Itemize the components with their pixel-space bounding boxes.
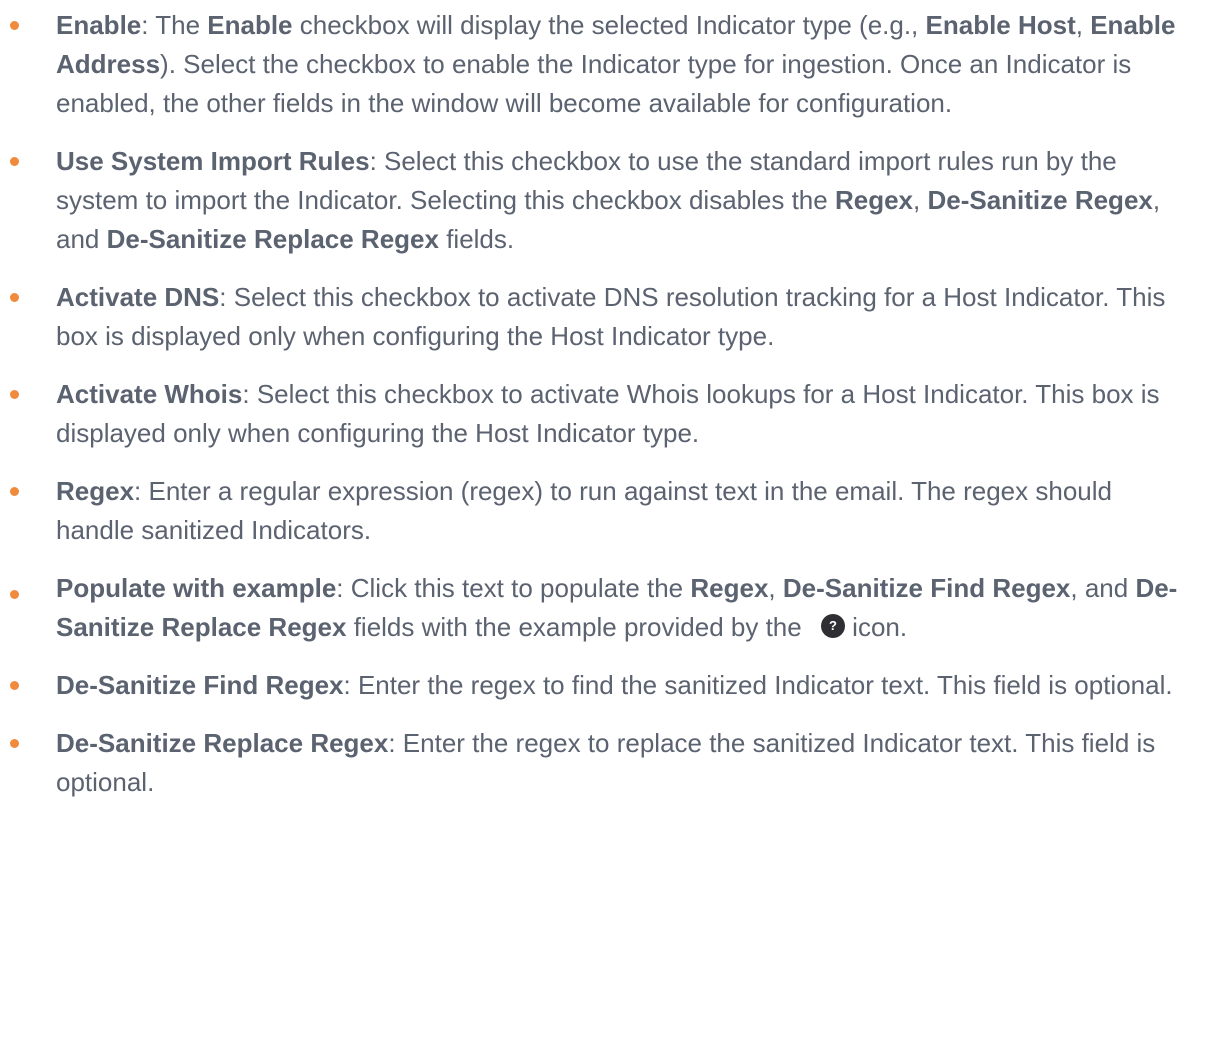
bullet-dot-icon [10, 487, 19, 496]
list-item-de-sanitize-replace-regex: De-Sanitize Replace Regex: Enter the reg… [0, 724, 1210, 802]
document-body: Enable: The Enable checkbox will display… [0, 0, 1210, 802]
list-item-enable: Enable: The Enable checkbox will display… [0, 6, 1210, 123]
bullet-dot-icon [10, 739, 19, 748]
bold-term: Regex [690, 573, 769, 603]
description-text: , [768, 573, 783, 603]
description-text: , and [1070, 573, 1136, 603]
description-text: : Enter the regex to find the sanitized … [343, 670, 1173, 700]
bold-term: De-Sanitize Replace Regex [106, 224, 439, 254]
term-de-sanitize-find-regex: De-Sanitize Find Regex [56, 670, 344, 700]
term-de-sanitize-replace-regex: De-Sanitize Replace Regex [56, 728, 389, 758]
list-item-activate-dns: Activate DNS: Select this checkbox to ac… [0, 278, 1210, 356]
list-item-use-system-import-rules: Use System Import Rules: Select this che… [0, 142, 1210, 259]
list-item-activate-whois: Activate Whois: Select this checkbox to … [0, 375, 1210, 453]
description-text: : Enter a regular expression (regex) to … [56, 476, 1112, 545]
list-item-populate-with-example: Populate with example: Click this text t… [0, 569, 1210, 647]
term-activate-dns: Activate DNS [56, 282, 220, 312]
bullet-dot-icon [10, 681, 19, 690]
description-text: ). Select the checkbox to enable the Ind… [56, 49, 1132, 118]
bullet-dot-icon [10, 157, 19, 166]
term-enable: Enable [56, 10, 142, 40]
bold-term: Enable [207, 10, 293, 40]
bullet-dot-icon [10, 293, 19, 302]
description-text: fields. [438, 224, 515, 254]
question-mark-circle-icon: ? [820, 614, 845, 638]
description-text: : The [141, 10, 208, 40]
bullet-dot-icon [10, 390, 19, 399]
list-item-de-sanitize-find-regex: De-Sanitize Find Regex: Enter the regex … [0, 666, 1210, 705]
term-regex: Regex [56, 476, 135, 506]
description-text: , [1075, 10, 1091, 40]
term-populate-with-example: Populate with example [56, 573, 337, 603]
bullet-dot-icon [10, 21, 19, 30]
bold-term: De-Sanitize Regex [927, 185, 1153, 215]
description-text: checkbox will display the selected Indic… [292, 10, 926, 40]
bullet-dot-icon [10, 590, 19, 599]
description-text: : Click this text to populate the [336, 573, 691, 603]
field-description-list: Enable: The Enable checkbox will display… [0, 6, 1210, 802]
term-use-system-import-rules: Use System Import Rules [56, 146, 370, 176]
bold-term: De-Sanitize Find Regex [782, 573, 1071, 603]
description-text: fields with the example provided by the [346, 612, 809, 642]
bold-term: Enable Host [925, 10, 1076, 40]
description-text: , [913, 185, 928, 215]
bold-term: Regex [834, 185, 913, 215]
list-item-regex: Regex: Enter a regular expression (regex… [0, 472, 1210, 550]
term-activate-whois: Activate Whois [56, 379, 243, 409]
description-text: : Select this checkbox to activate DNS r… [56, 282, 1166, 351]
description-text: icon. [844, 612, 908, 642]
